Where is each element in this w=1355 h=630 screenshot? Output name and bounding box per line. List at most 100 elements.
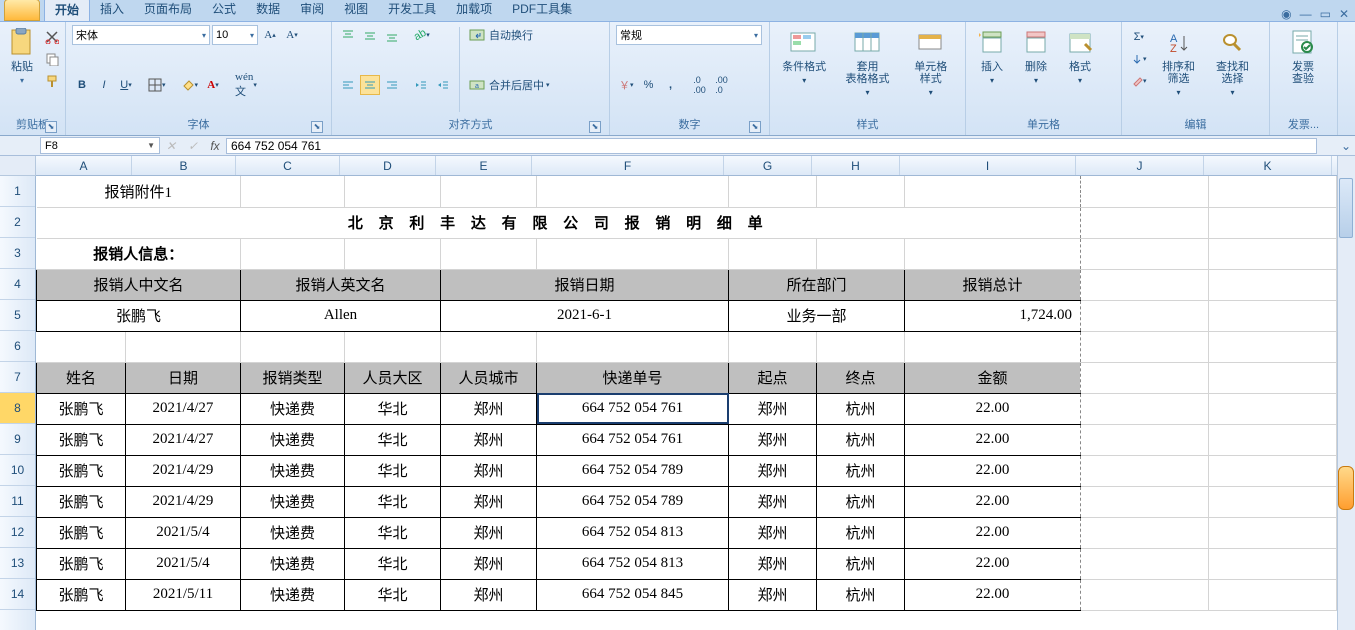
cell[interactable]: 郑州 [441,424,537,455]
font-color-button[interactable]: A▾ [203,75,223,95]
cell[interactable]: 22.00 [905,579,1081,610]
cell[interactable]: 人员大区 [345,362,441,393]
col-header-F[interactable]: F [532,156,724,175]
column-headers[interactable]: ABCDEFGHIJK [36,156,1337,176]
decrease-decimal-button[interactable]: .00.0 [712,75,732,95]
cell[interactable] [817,238,905,269]
cell[interactable]: 2021/5/4 [125,548,240,579]
cell[interactable]: 22.00 [905,455,1081,486]
cell[interactable]: 2021/4/27 [125,424,240,455]
cell[interactable]: 华北 [345,486,441,517]
cell[interactable] [1081,238,1209,269]
cell[interactable]: 姓名 [37,362,126,393]
font-dialog-launcher[interactable]: ⬊ [311,121,323,133]
cell[interactable]: 快递费 [241,548,345,579]
cell[interactable]: 日期 [125,362,240,393]
cell[interactable] [345,331,441,362]
cell[interactable] [1081,579,1209,610]
cell[interactable]: 华北 [345,455,441,486]
cell[interactable]: 664 752 054 761 [537,424,729,455]
delete-cells-button[interactable]: 删除▾ [1016,25,1056,114]
tab-5[interactable]: 审阅 [290,0,334,21]
cell[interactable]: 金额 [905,362,1081,393]
row-header-11[interactable]: 11 [0,486,35,517]
cell[interactable]: 郑州 [729,455,817,486]
cell[interactable]: 张鹏飞 [37,455,126,486]
cell[interactable]: 郑州 [441,455,537,486]
cell[interactable]: 报销日期 [441,269,729,300]
cell[interactable] [1209,269,1337,300]
row-headers[interactable]: 1234567891011121314 [0,176,36,630]
col-header-H[interactable]: H [812,156,900,175]
paste-button[interactable]: 粘贴▾ [6,25,38,114]
cell[interactable] [1081,331,1209,362]
cell[interactable]: 华北 [345,424,441,455]
col-header-D[interactable]: D [340,156,436,175]
cell[interactable]: 22.00 [905,548,1081,579]
orientation-button[interactable]: ab▾ [411,25,433,45]
cell[interactable] [905,331,1081,362]
phonetic-button[interactable]: wén文▾ [232,75,260,95]
zoom-slider[interactable] [1338,466,1354,510]
scroll-thumb[interactable] [1339,178,1353,238]
row-header-9[interactable]: 9 [0,424,35,455]
row-header-2[interactable]: 2 [0,207,35,238]
cell[interactable] [441,238,537,269]
cell[interactable]: 张鹏飞 [37,393,126,424]
cell[interactable]: 2021/4/29 [125,486,240,517]
italic-button[interactable]: I [94,75,114,95]
cell[interactable] [817,331,905,362]
cell[interactable]: 张鹏飞 [37,300,241,331]
col-header-K[interactable]: K [1204,156,1332,175]
border-button[interactable]: ▾ [145,75,169,95]
cell[interactable] [1209,486,1337,517]
bold-button[interactable]: B [72,75,92,95]
cell[interactable] [1209,238,1337,269]
cell[interactable]: 664 752 054 761 [537,393,729,424]
cell[interactable]: 郑州 [441,486,537,517]
cell[interactable] [241,331,345,362]
cell[interactable] [1209,548,1337,579]
align-dialog-launcher[interactable]: ⬊ [589,121,601,133]
cell[interactable]: 杭州 [817,393,905,424]
cancel-formula-button[interactable]: ✕ [160,139,182,153]
cell[interactable] [537,176,729,207]
increase-indent-button[interactable] [433,75,453,95]
cell[interactable] [241,176,345,207]
cell[interactable] [1081,269,1209,300]
cell[interactable]: Allen [241,300,441,331]
autosum-button[interactable]: Σ▾ [1128,27,1150,47]
cell[interactable]: 快递费 [241,579,345,610]
cell[interactable] [1081,455,1209,486]
window-icon[interactable]: ▭ [1320,7,1331,21]
sort-filter-button[interactable]: AZ排序和 筛选▾ [1154,25,1204,114]
minimize-ribbon-icon[interactable]: — [1300,7,1312,21]
cell[interactable]: 22.00 [905,424,1081,455]
cell[interactable] [1081,300,1209,331]
cell[interactable] [729,238,817,269]
cell[interactable]: 2021/5/4 [125,517,240,548]
cell[interactable]: 664 752 054 789 [537,486,729,517]
cell[interactable]: 快递单号 [537,362,729,393]
cell[interactable]: 华北 [345,579,441,610]
cell[interactable]: 664 752 054 789 [537,455,729,486]
align-middle-button[interactable] [360,25,380,45]
cell[interactable]: 快递费 [241,486,345,517]
row-header-3[interactable]: 3 [0,238,35,269]
cell[interactable]: 郑州 [729,548,817,579]
row-header-14[interactable]: 14 [0,579,35,610]
cell[interactable] [441,331,537,362]
cell[interactable]: 杭州 [817,579,905,610]
cell[interactable]: 报销人英文名 [241,269,441,300]
cell[interactable] [1209,207,1337,238]
cell[interactable] [1209,393,1337,424]
cell[interactable]: 快递费 [241,517,345,548]
formula-input[interactable]: 664 752 054 761 [226,138,1317,154]
cell[interactable]: 报销附件1 [37,176,241,207]
cell[interactable]: 郑州 [729,393,817,424]
format-cells-button[interactable]: 格式▾ [1060,25,1100,114]
cell[interactable] [1209,579,1337,610]
cell[interactable]: 664 752 054 845 [537,579,729,610]
cell[interactable]: 郑州 [441,548,537,579]
col-header-C[interactable]: C [236,156,340,175]
